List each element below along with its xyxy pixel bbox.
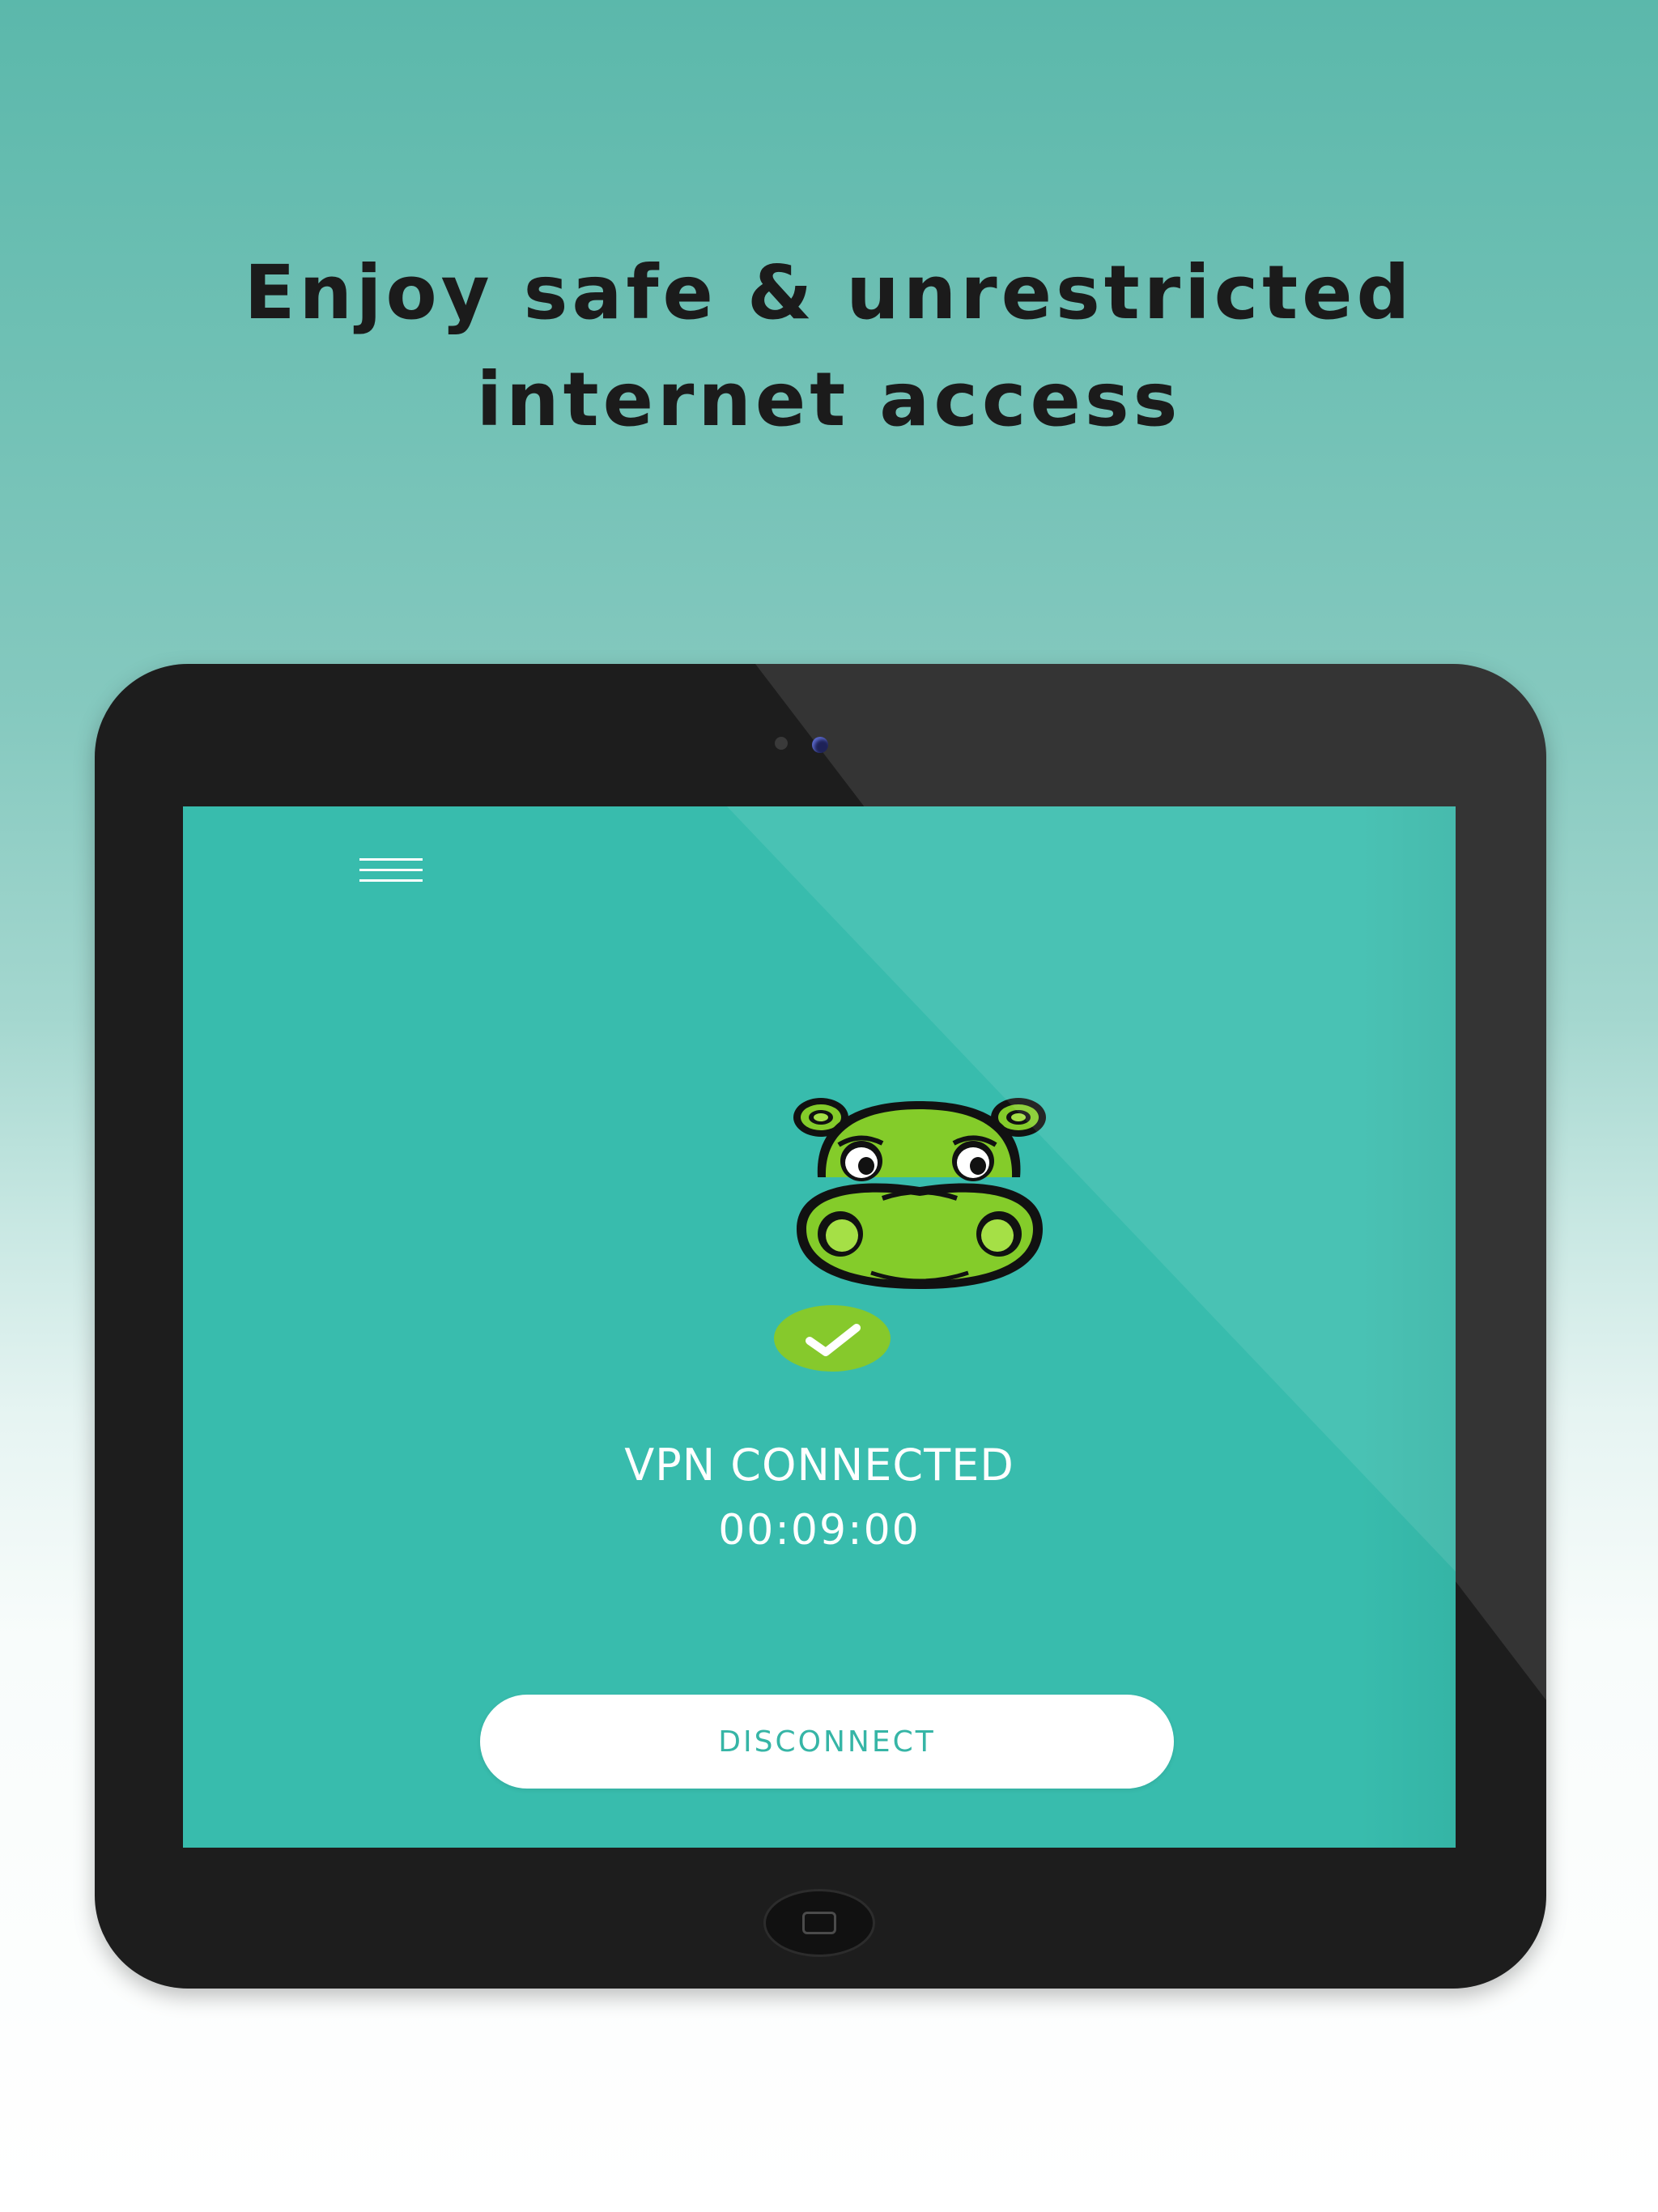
vpn-status-text: VPN CONNECTED xyxy=(624,1440,1014,1491)
promo-headline-line-2: internet access xyxy=(476,356,1182,443)
tablet-device-frame: VPN CONNECTED 00:09:00 DISCONNECT xyxy=(95,664,1546,1989)
checkmark-icon xyxy=(774,1305,891,1372)
front-camera xyxy=(812,737,828,753)
disconnect-button[interactable]: DISCONNECT xyxy=(480,1695,1174,1789)
app-screen: VPN CONNECTED 00:09:00 DISCONNECT xyxy=(183,806,1456,1848)
promo-headline-line-1: Enjoy safe & unrestricted xyxy=(244,249,1414,336)
front-sensor xyxy=(775,737,788,750)
home-button-square-icon xyxy=(802,1912,836,1934)
home-button-icon[interactable] xyxy=(763,1889,875,1957)
promo-headline: Enjoy safe & unrestricted internet acces… xyxy=(0,240,1658,453)
connection-timer: 00:09:00 xyxy=(718,1506,920,1555)
hamburger-menu-icon[interactable] xyxy=(359,857,423,884)
